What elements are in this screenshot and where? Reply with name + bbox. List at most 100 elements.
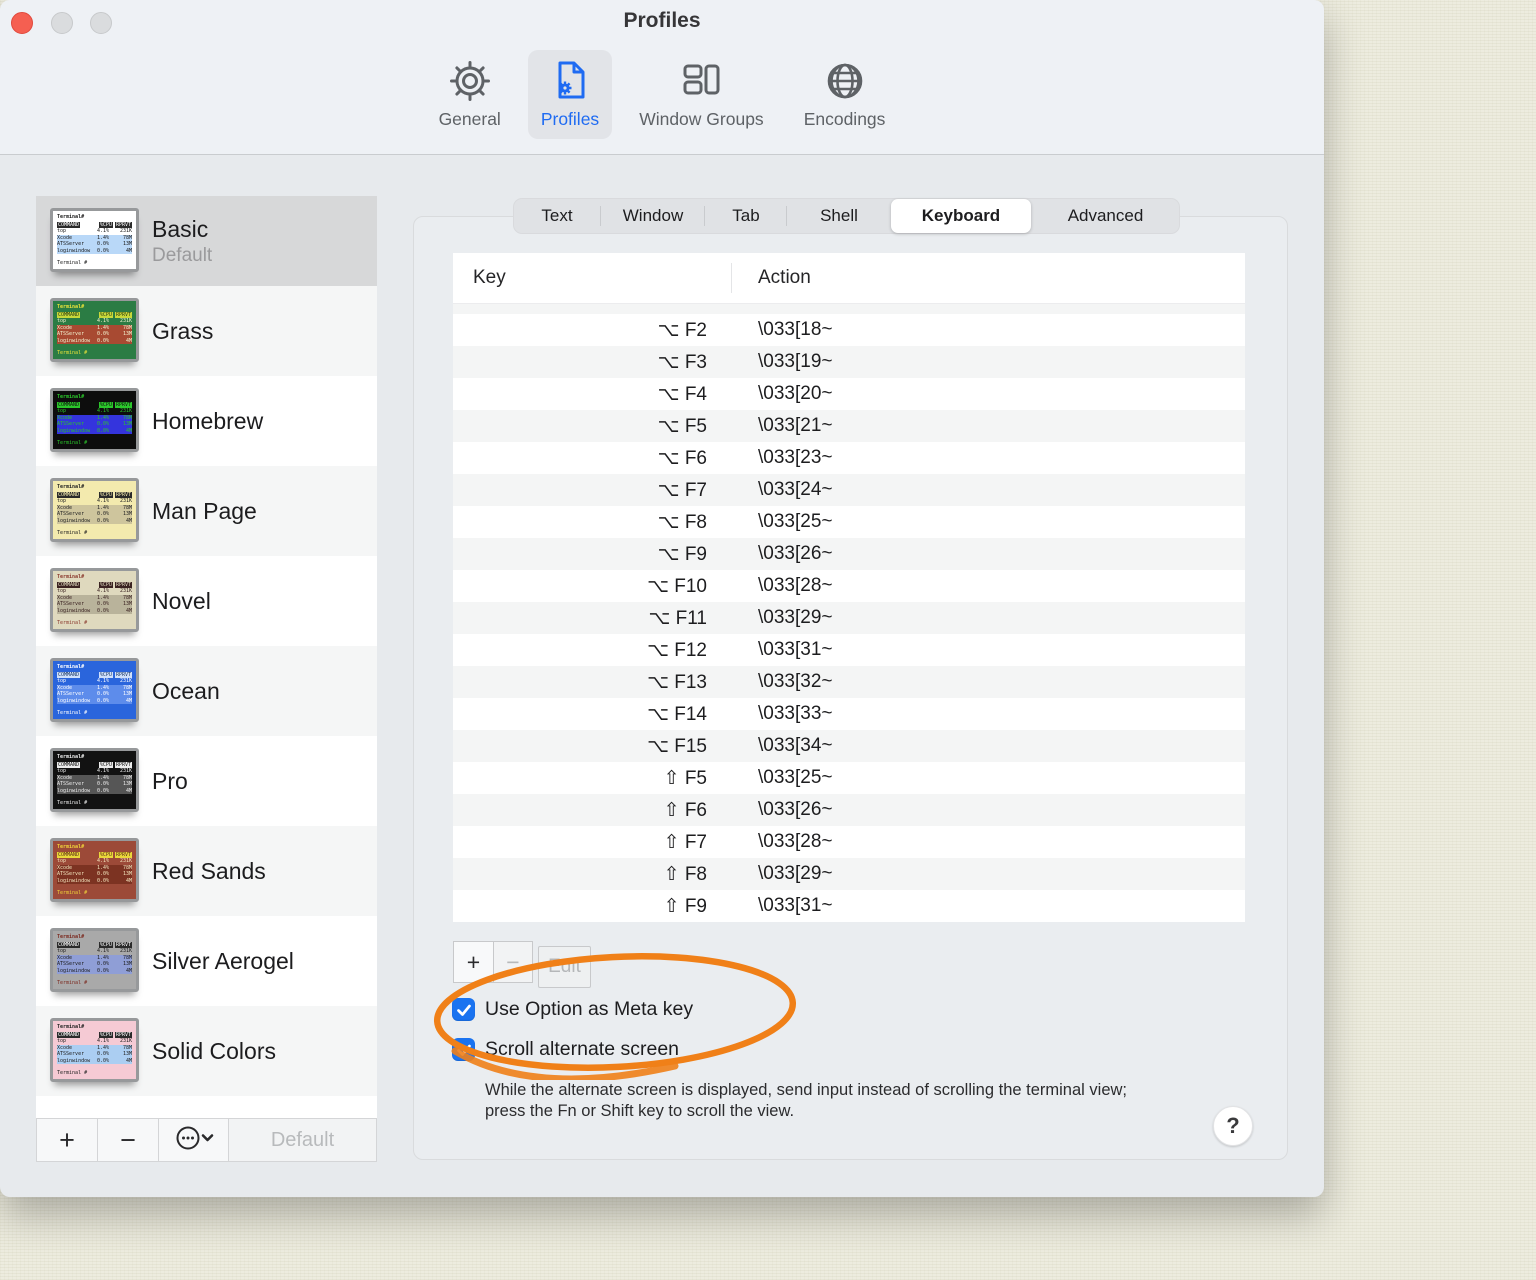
toolbar-item-profiles[interactable]: Profiles [527,50,613,139]
profile-list-item-grass[interactable]: Terminal# COMMAND %CPU RPRVT top 4.1% 231K… [36,286,377,376]
profile-list-item-basic[interactable]: Terminal# COMMAND %CPU RPRVT top 4.1% 231K… [36,196,377,286]
checkbox-checked-icon[interactable] [452,1038,475,1061]
key-binding-row[interactable]: ⌥ F10 \033[28~ [453,570,1245,602]
checkbox-checked-icon[interactable] [452,998,475,1021]
scroll-alternate-screen-checkbox-row[interactable]: Scroll alternate screen [452,1038,679,1061]
terminal-preview: Terminal# COMMAND %CPU RPRVT top 4.1% 231K… [53,571,136,629]
action-cell: \033[18~ [758,319,833,340]
key-cell: ⌥ F12 [647,639,707,661]
tab-advanced[interactable]: Advanced [1031,198,1180,234]
tab-tab[interactable]: Tab [705,198,787,234]
key-binding-row[interactable]: ⌥ F3 \033[19~ [453,346,1245,378]
tab-shell[interactable]: Shell [787,198,891,234]
titlebar-toolbar: Profiles General Profiles Window Groups … [0,0,1324,155]
key-binding-row[interactable]: ⌥ F7 \033[24~ [453,474,1245,506]
profile-thumbnail: Terminal# COMMAND %CPU RPRVT top 4.1% 231K… [50,838,139,902]
key-binding-row[interactable]: ⇧ F6 \033[26~ [453,794,1245,826]
column-header-key[interactable]: Key [453,267,731,289]
key-binding-row[interactable]: ⌥ F14 \033[33~ [453,698,1245,730]
key-binding-row[interactable]: ⌥ F6 \033[23~ [453,442,1245,474]
key-cell: ⇧ F7 [663,831,707,853]
profile-list-item-novel[interactable]: Terminal# COMMAND %CPU RPRVT top 4.1% 231K… [36,556,377,646]
profile-name: Basic [152,215,209,242]
key-binding-row[interactable]: ⇧ F7 \033[28~ [453,826,1245,858]
key-binding-row[interactable]: ⇧ F8 \033[29~ [453,858,1245,890]
toolbar-item-window-groups[interactable]: Window Groups [626,50,777,139]
window-groups-icon [678,58,724,104]
toolbar-label: Window Groups [639,109,764,129]
remove-profile-button[interactable]: − [98,1119,159,1161]
column-header-action[interactable]: Action [731,267,811,289]
key-cell: ⌥ F4 [657,383,707,405]
profile-thumbnail: Terminal# COMMAND %CPU RPRVT top 4.1% 231K… [50,298,139,362]
edit-key-button[interactable]: Edit [538,946,591,988]
terminal-preview: Terminal# COMMAND %CPU RPRVT top 4.1% 231K… [53,1021,136,1079]
action-cell: \033[28~ [758,831,833,852]
profile-list-item-silver-aerogel[interactable]: Terminal# COMMAND %CPU RPRVT top 4.1% 231K… [36,916,377,1006]
terminal-preview: Terminal# COMMAND %CPU RPRVT top 4.1% 231K… [53,481,136,539]
key-binding-row[interactable]: ⌥ F5 \033[21~ [453,410,1245,442]
checkbox-label: Scroll alternate screen [485,1038,680,1060]
tab-text[interactable]: Text [513,198,601,234]
key-binding-row[interactable]: ⌥ F15 \033[34~ [453,730,1245,762]
profile-list-item-homebrew[interactable]: Terminal# COMMAND %CPU RPRVT top 4.1% 231K… [36,376,377,466]
key-cell: ⌥ F8 [657,511,707,533]
toolbar-label: General [438,109,501,129]
key-cell: ⌥ F15 [647,735,707,757]
toolbar-item-general[interactable]: General [426,50,514,139]
action-cell: \033[34~ [758,735,833,756]
profile-name: Homebrew [152,407,264,434]
profile-thumbnail: Terminal# COMMAND %CPU RPRVT top 4.1% 231K… [50,928,139,992]
profile-subtitle: Default [152,244,213,266]
tab-window[interactable]: Window [601,198,705,234]
toolbar-item-encodings[interactable]: Encodings [791,50,899,139]
key-cell: ⇧ F9 [663,895,707,917]
profile-list: Terminal# COMMAND %CPU RPRVT top 4.1% 231K… [36,196,377,1118]
profile-list-item-man-page[interactable]: Terminal# COMMAND %CPU RPRVT top 4.1% 231K… [36,466,377,556]
help-button[interactable]: ? [1213,1106,1253,1146]
key-binding-row[interactable]: ⌥ F8 \033[25~ [453,506,1245,538]
profile-list-item-ocean[interactable]: Terminal# COMMAND %CPU RPRVT top 4.1% 231K… [36,646,377,736]
key-cell: ⌥ F6 [657,447,707,469]
use-option-as-meta-checkbox-row[interactable]: Use Option as Meta key [452,998,693,1021]
checkbox-label: Use Option as Meta key [485,998,694,1020]
profile-list-item-pro[interactable]: Terminal# COMMAND %CPU RPRVT top 4.1% 231K… [36,736,377,826]
key-binding-row[interactable]: ⇧ F9 \033[31~ [453,890,1245,922]
key-cell: ⇧ F5 [663,767,707,789]
profile-name: Solid Colors [152,1037,276,1064]
terminal-preview: Terminal# COMMAND %CPU RPRVT top 4.1% 231K… [53,391,136,449]
profile-thumbnail: Terminal# COMMAND %CPU RPRVT top 4.1% 231K… [50,568,139,632]
profile-list-footer: + − Default [36,1118,377,1162]
terminal-preview: Terminal# COMMAND %CPU RPRVT top 4.1% 231K… [53,841,136,899]
key-binding-row[interactable]: ⌥ F13 \033[32~ [453,666,1245,698]
table-body: ⌥ F2 \033[18~ ⌥ F3 \033[19~ ⌥ F4 \033[20… [453,314,1245,922]
action-cell: \033[23~ [758,447,833,468]
key-binding-row[interactable]: ⌥ F2 \033[18~ [453,314,1245,346]
action-cell: \033[24~ [758,479,833,500]
preferences-toolbar: General Profiles Window Groups Encodings [0,50,1324,139]
default-profile-button[interactable]: Default [229,1119,376,1161]
key-binding-row[interactable]: ⌥ F11 \033[29~ [453,602,1245,634]
profile-thumbnail: Terminal# COMMAND %CPU RPRVT top 4.1% 231K… [50,478,139,542]
remove-key-button[interactable]: − [493,941,533,983]
profile-name: Silver Aerogel [152,947,294,974]
tab-keyboard[interactable]: Keyboard [891,199,1031,233]
action-cell: \033[31~ [758,895,833,916]
key-cell: ⌥ F2 [657,319,707,341]
key-binding-row[interactable]: ⌥ F9 \033[26~ [453,538,1245,570]
key-binding-row[interactable]: ⇧ F5 \033[25~ [453,762,1245,794]
profile-list-item-solid-colors[interactable]: Terminal# COMMAND %CPU RPRVT top 4.1% 231K… [36,1006,377,1096]
add-profile-button[interactable]: + [37,1119,98,1161]
key-binding-row[interactable]: ⌥ F12 \033[31~ [453,634,1245,666]
profile-list-item-red-sands[interactable]: Terminal# COMMAND %CPU RPRVT top 4.1% 231K… [36,826,377,916]
profile-thumbnail: Terminal# COMMAND %CPU RPRVT top 4.1% 231K… [50,1018,139,1082]
add-key-button[interactable]: + [453,941,493,983]
window-title: Profiles [623,9,701,32]
action-cell: \033[25~ [758,767,833,788]
profile-name: Ocean [152,677,220,704]
profile-actions-menu-button[interactable] [159,1119,229,1161]
terminal-preview: Terminal# COMMAND %CPU RPRVT top 4.1% 231K… [53,751,136,809]
key-binding-row[interactable]: ⌥ F4 \033[20~ [453,378,1245,410]
action-cell: \033[31~ [758,639,833,660]
profile-name: Grass [152,317,214,344]
